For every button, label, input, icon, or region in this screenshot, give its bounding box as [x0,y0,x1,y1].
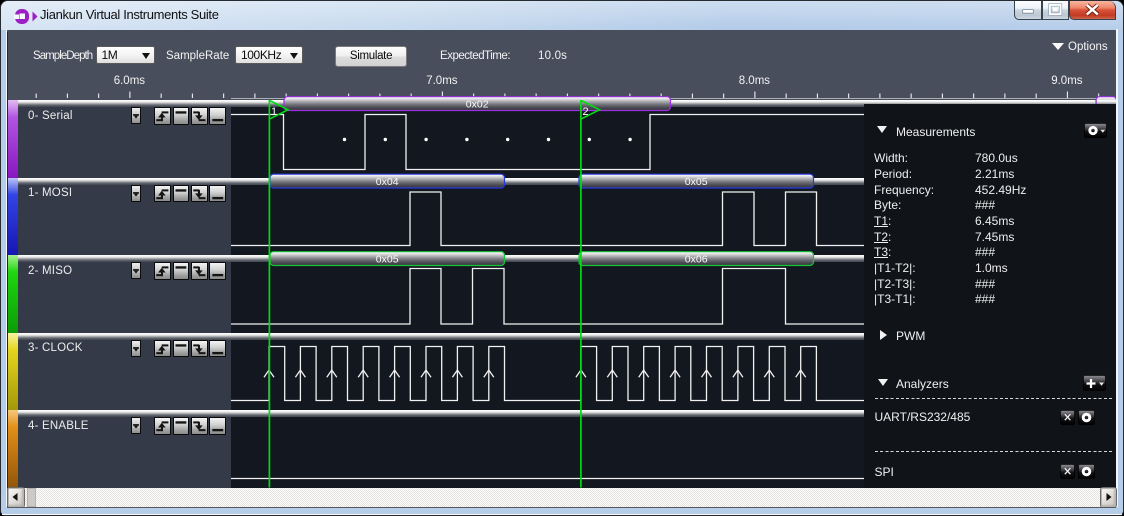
svg-text:0x06: 0x06 [685,254,708,266]
svg-text:0x05: 0x05 [685,176,708,188]
svg-text:2: 2 [582,106,588,118]
svg-text:1: 1 [271,106,277,118]
svg-text:0x02: 0x02 [466,99,489,111]
svg-text:0x05: 0x05 [376,254,399,266]
svg-text:0x04: 0x04 [376,176,399,188]
